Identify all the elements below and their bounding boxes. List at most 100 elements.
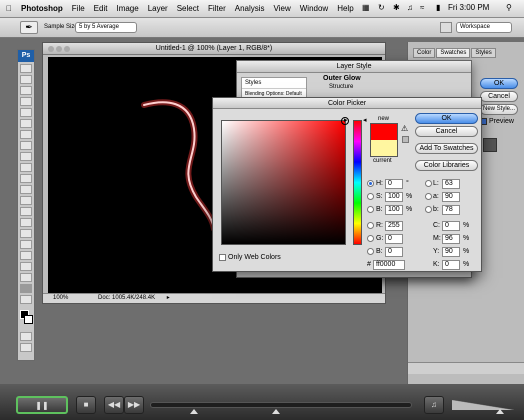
- cyan-input[interactable]: 0: [442, 221, 460, 231]
- volume-button[interactable]: ♫: [424, 396, 444, 414]
- red-input[interactable]: 255: [385, 221, 403, 231]
- color-libraries-button[interactable]: Color Libraries: [415, 160, 478, 171]
- saturation-input[interactable]: 100: [385, 192, 403, 202]
- gradient-tool-icon[interactable]: [20, 185, 32, 194]
- move-tool-icon[interactable]: [20, 64, 32, 73]
- hand-tool-icon[interactable]: [20, 273, 32, 282]
- green-radio[interactable]: [367, 235, 374, 242]
- tab-swatches[interactable]: Swatches: [436, 48, 471, 58]
- red-radio[interactable]: [367, 222, 374, 229]
- menu-image[interactable]: Image: [116, 4, 138, 13]
- hue-radio[interactable]: [367, 180, 374, 187]
- hex-input[interactable]: ff0000: [373, 260, 405, 270]
- quick-mask-icon[interactable]: [20, 332, 32, 341]
- blue-radio[interactable]: [367, 248, 374, 255]
- clone-stamp-tool-icon[interactable]: [20, 152, 32, 161]
- status-menu-arrow-icon[interactable]: ▸: [167, 295, 170, 301]
- background-color[interactable]: [24, 315, 33, 324]
- timemachine-icon[interactable]: ↻: [378, 3, 385, 12]
- menu-filter[interactable]: Filter: [208, 4, 226, 13]
- layer-style-cancel-button[interactable]: Cancel: [480, 91, 518, 102]
- path-selection-tool-icon[interactable]: [20, 240, 32, 249]
- current-color-swatch[interactable]: [370, 140, 398, 157]
- layer-style-ok-button[interactable]: OK: [480, 78, 518, 89]
- volume-icon[interactable]: ♫: [407, 3, 413, 12]
- gamut-warning-icon[interactable]: ⚠: [401, 124, 408, 133]
- wifi-icon[interactable]: ≈: [420, 3, 424, 12]
- color-swatches[interactable]: [18, 308, 34, 330]
- battery-icon[interactable]: ▮: [436, 3, 440, 12]
- workspace-select[interactable]: Workspace: [456, 22, 512, 33]
- dodge-tool-icon[interactable]: [20, 207, 32, 216]
- lab-a-radio[interactable]: [425, 193, 432, 200]
- lasso-tool-icon[interactable]: [20, 86, 32, 95]
- stop-button[interactable]: ■: [76, 396, 96, 414]
- bluetooth-icon[interactable]: ✱: [393, 3, 400, 12]
- web-safe-cube-icon[interactable]: [402, 136, 409, 143]
- 3d-tool-icon[interactable]: [20, 262, 32, 271]
- menu-edit[interactable]: Edit: [94, 4, 108, 13]
- menu-layer[interactable]: Layer: [148, 4, 168, 13]
- zoom-window-icon[interactable]: [64, 46, 70, 52]
- healing-tool-icon[interactable]: [20, 130, 32, 139]
- history-brush-tool-icon[interactable]: [20, 163, 32, 172]
- spotlight-icon[interactable]: ⚲: [506, 3, 512, 12]
- screen-mode-tool-icon[interactable]: [20, 343, 32, 352]
- brightness-input[interactable]: 100: [385, 205, 403, 215]
- slice-tool-icon[interactable]: [20, 119, 32, 128]
- tab-color[interactable]: Color: [413, 48, 436, 58]
- lab-b-radio[interactable]: [425, 206, 432, 213]
- fast-forward-button[interactable]: ▶▶: [124, 396, 144, 414]
- close-window-icon[interactable]: [48, 46, 54, 52]
- app-menu[interactable]: Photoshop: [21, 4, 63, 13]
- menu-analysis[interactable]: Analysis: [235, 4, 265, 13]
- type-tool-icon[interactable]: [20, 229, 32, 238]
- new-style-button[interactable]: New Style...: [480, 104, 518, 115]
- menu-file[interactable]: File: [72, 4, 85, 13]
- menu-view[interactable]: View: [274, 4, 291, 13]
- hue-slider-right-arrow-icon[interactable]: ◂: [363, 116, 367, 124]
- cancel-button[interactable]: Cancel: [415, 126, 478, 137]
- eraser-tool-icon[interactable]: [20, 174, 32, 183]
- hue-slider-left-arrow-icon[interactable]: ▸: [344, 116, 348, 124]
- clock[interactable]: Fri 3:00 PM: [448, 3, 489, 12]
- add-to-swatches-button[interactable]: Add To Swatches: [415, 143, 478, 154]
- pause-button[interactable]: ❚❚: [16, 396, 68, 414]
- lab-a-input[interactable]: 90: [442, 192, 460, 202]
- magenta-input[interactable]: 96: [442, 234, 460, 244]
- only-web-colors-checkbox[interactable]: [219, 254, 226, 261]
- menu-window[interactable]: Window: [300, 4, 328, 13]
- zoom-tool-icon[interactable]: [20, 295, 32, 304]
- crop-tool-icon[interactable]: [20, 108, 32, 117]
- hue-slider[interactable]: [353, 120, 362, 245]
- blue-input[interactable]: 0: [385, 247, 403, 257]
- menu-help[interactable]: Help: [337, 4, 353, 13]
- yellow-input[interactable]: 90: [442, 247, 460, 257]
- minimize-window-icon[interactable]: [56, 46, 62, 52]
- volume-slider[interactable]: [452, 400, 514, 410]
- saturation-radio[interactable]: [367, 193, 374, 200]
- eyedropper-tool-icon[interactable]: [20, 284, 32, 293]
- seek-bar[interactable]: [150, 402, 412, 408]
- screen-mode-icon[interactable]: [440, 22, 452, 33]
- black-input[interactable]: 0: [442, 260, 460, 270]
- ok-button[interactable]: OK: [415, 113, 478, 124]
- rewind-button[interactable]: ◀◀: [104, 396, 124, 414]
- spaces-icon[interactable]: ▦: [362, 3, 370, 12]
- document-title-bar[interactable]: Untitled-1 @ 100% (Layer 1, RGB/8*): [43, 43, 385, 55]
- sample-size-select[interactable]: 5 by 5 Average: [75, 22, 137, 33]
- marquee-tool-icon[interactable]: [20, 75, 32, 84]
- tab-styles[interactable]: Styles: [471, 48, 496, 58]
- blur-tool-icon[interactable]: [20, 196, 32, 205]
- menu-select[interactable]: Select: [177, 4, 199, 13]
- color-field[interactable]: [221, 117, 349, 245]
- magic-wand-tool-icon[interactable]: [20, 97, 32, 106]
- green-input[interactable]: 0: [385, 234, 403, 244]
- apple-icon[interactable]: : [6, 4, 12, 13]
- sidebar-item-styles[interactable]: Styles: [242, 78, 306, 89]
- lab-b-input[interactable]: 78: [442, 205, 460, 215]
- brightness-radio[interactable]: [367, 206, 374, 213]
- shape-tool-icon[interactable]: [20, 251, 32, 260]
- eyedropper-icon[interactable]: ✒: [20, 21, 38, 34]
- volume-handle-icon[interactable]: [496, 409, 504, 414]
